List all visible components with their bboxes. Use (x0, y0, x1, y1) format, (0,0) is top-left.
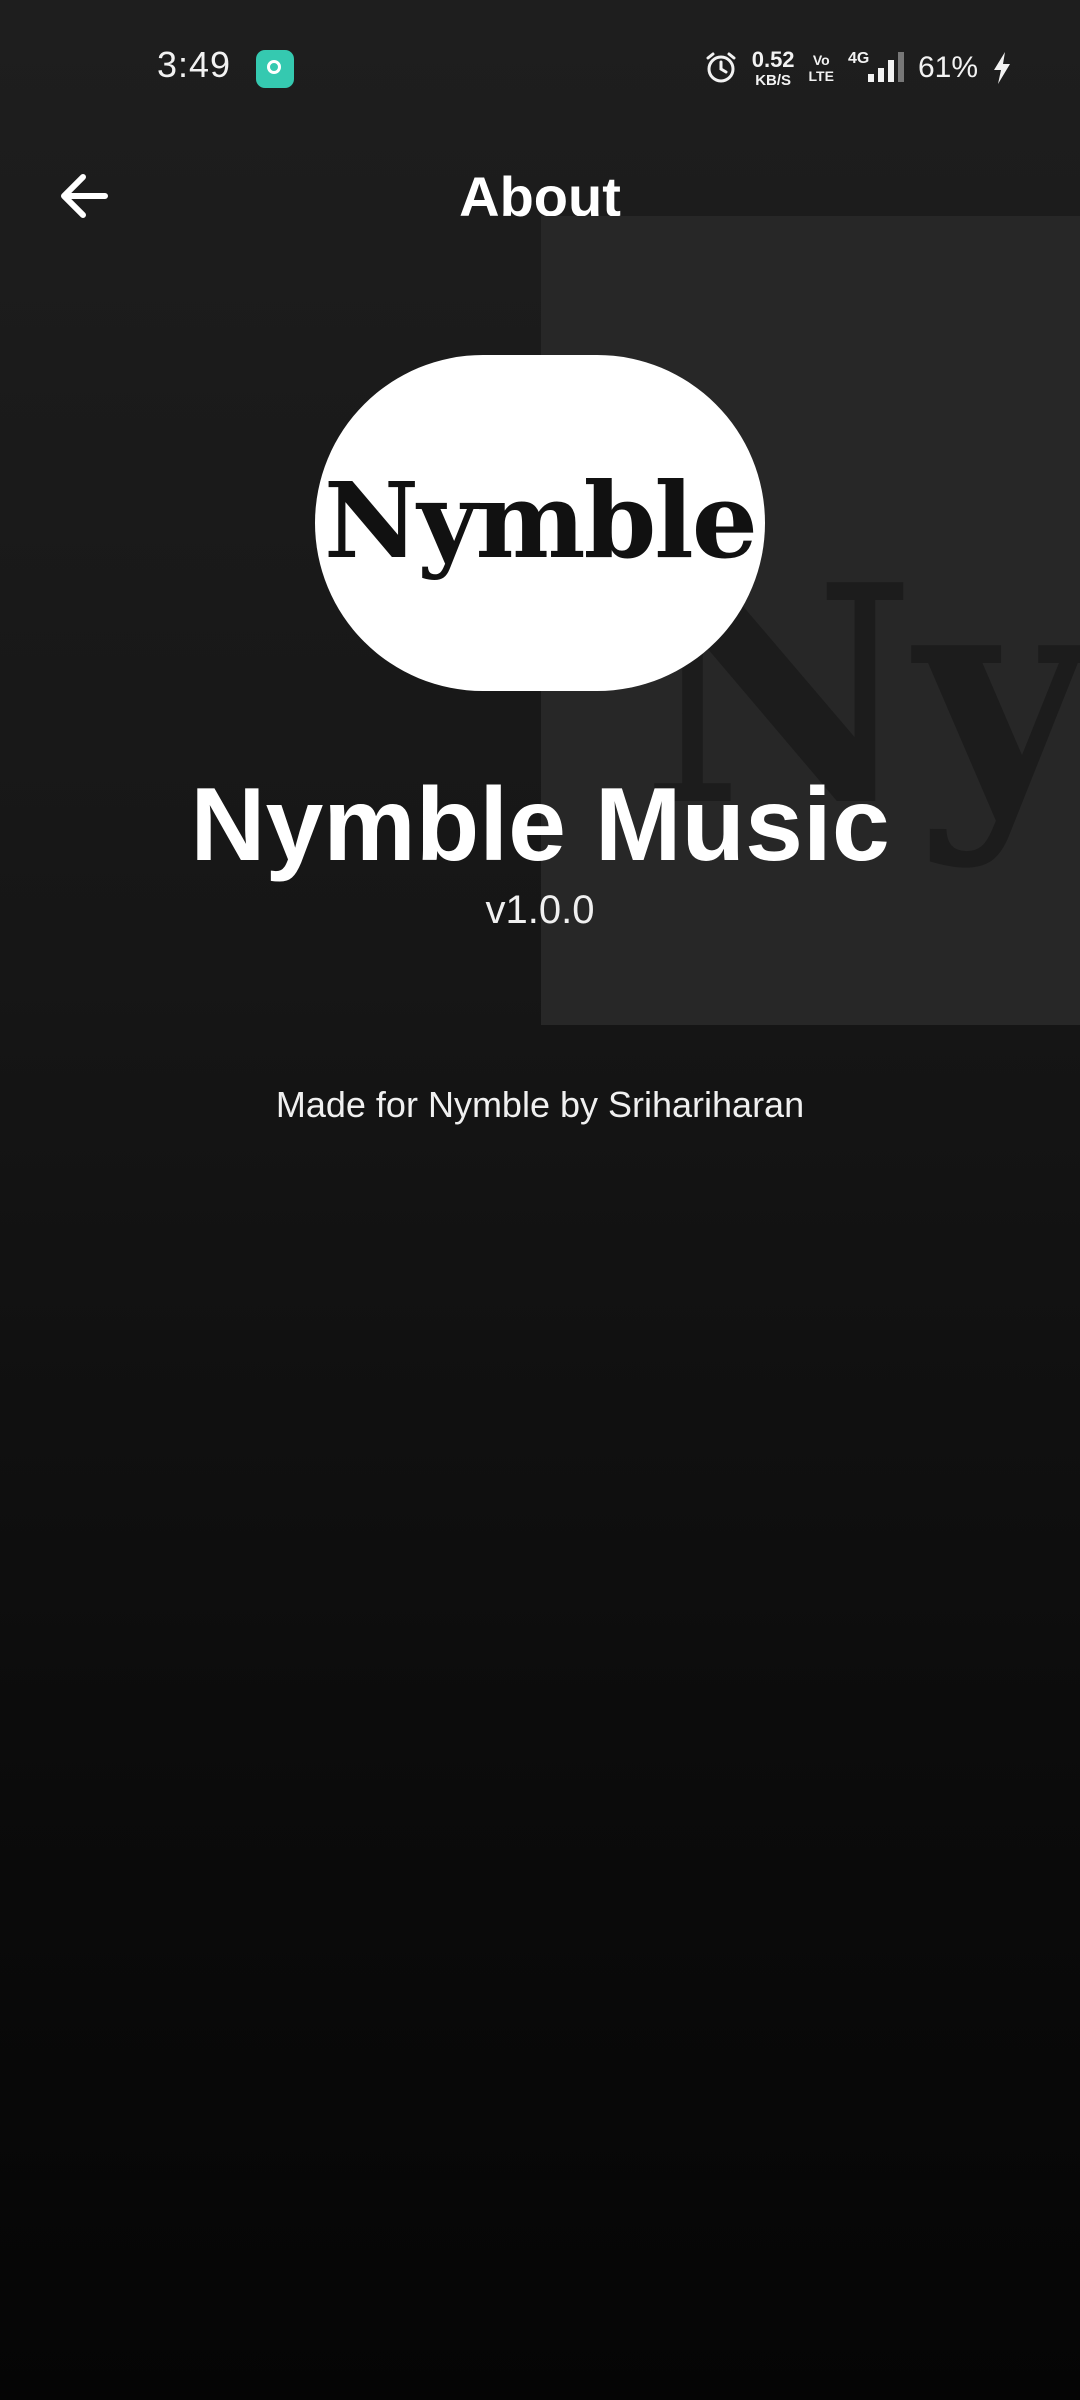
app-logo: Nymble (315, 355, 765, 691)
app-logo-text: Nymble (324, 458, 758, 582)
network-type: 4G (847, 50, 870, 67)
lightning-bolt-icon (992, 51, 1012, 85)
volte-bottom: LTE (808, 68, 834, 84)
status-time: 3:49 (157, 44, 232, 85)
network-speed: 0.52 KB/S (751, 46, 795, 89)
status-indicators: 0.52 KB/S Vo LTE 4G 61% (704, 46, 1012, 90)
battery-percent: 61% (917, 51, 978, 84)
about-screen: 3:49 0.52 KB/S Vo LTE 4G 61% About Ny Ny… (0, 0, 1080, 2400)
volte-top: Vo (812, 52, 830, 68)
signal-bar (867, 74, 874, 82)
network-speed-value: 0.52 (751, 46, 795, 72)
signal-strength-icon: 4G (848, 50, 904, 86)
status-bar: 3:49 0.52 KB/S Vo LTE 4G 61% (0, 0, 1080, 138)
app-version: v1.0.0 (485, 888, 595, 932)
signal-bar (887, 60, 894, 82)
signal-bar (897, 52, 904, 82)
network-speed-unit: KB/S (755, 71, 792, 89)
chat-bubble-icon (256, 50, 294, 88)
signal-bar (877, 68, 884, 82)
credits-text: Made for Nymble by Srihariharan (275, 1084, 805, 1125)
volte-indicator: Vo LTE (809, 53, 834, 83)
alarm-clock-icon (704, 51, 738, 85)
app-name: Nymble Music (190, 767, 890, 883)
